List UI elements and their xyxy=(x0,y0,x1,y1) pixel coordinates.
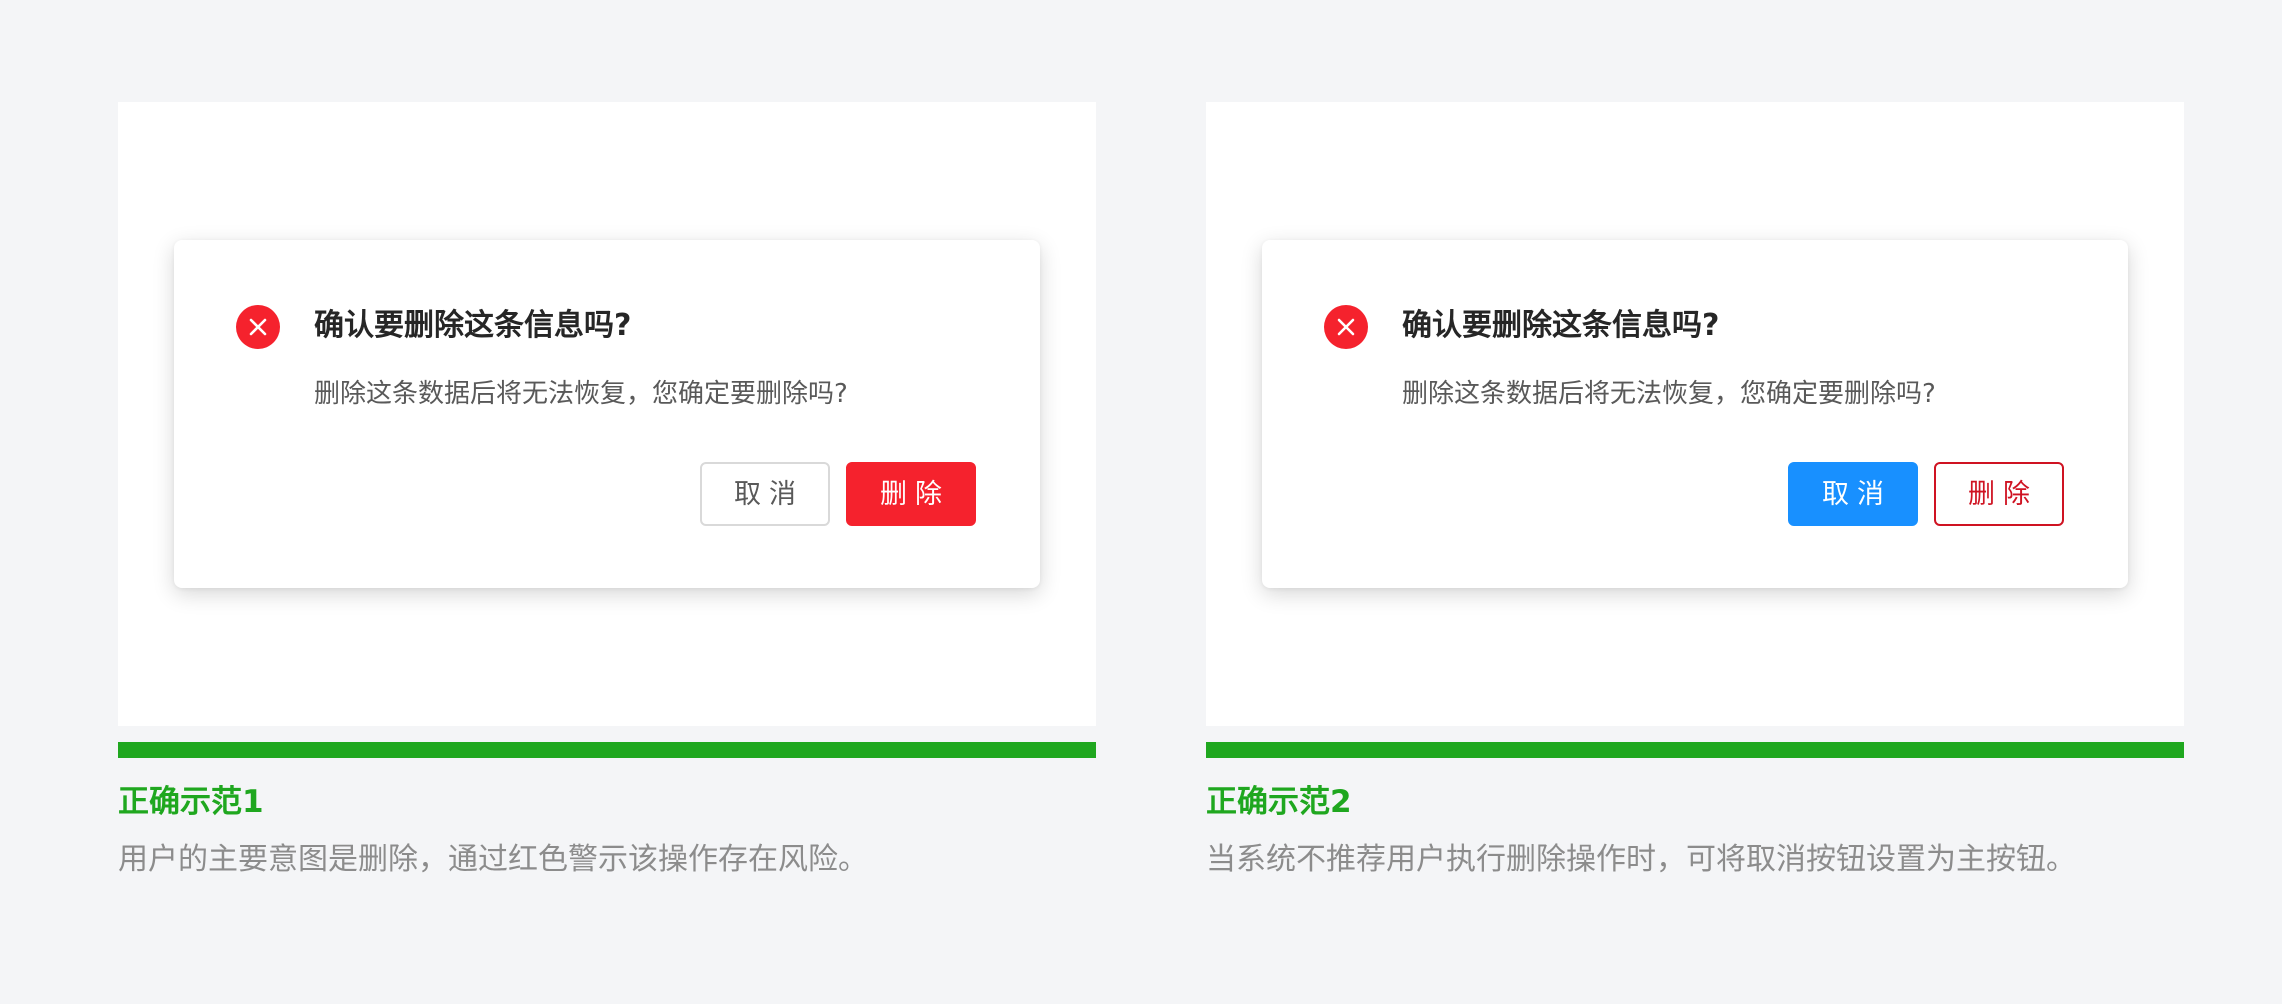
close-circle-icon xyxy=(1324,305,1368,349)
example-title: 正确示范1 xyxy=(118,784,264,820)
dialog-title: 确认要删除这条信息吗? xyxy=(1402,308,1720,343)
confirm-dialog: 确认要删除这条信息吗? 删除这条数据后将无法恢复，您确定要删除吗? 取消 删除 xyxy=(174,240,1040,588)
preview-canvas: 确认要删除这条信息吗? 删除这条数据后将无法恢复，您确定要删除吗? 取消 删除 xyxy=(118,102,1096,726)
example-title: 正确示范2 xyxy=(1206,784,1352,820)
dialog-title: 确认要删除这条信息吗? xyxy=(314,308,632,343)
correct-indicator-bar xyxy=(118,742,1096,758)
example-description: 当系统不推荐用户执行删除操作时，可将取消按钮设置为主按钮。 xyxy=(1206,842,2076,877)
dialog-message: 删除这条数据后将无法恢复，您确定要删除吗? xyxy=(1402,379,1936,409)
example-card-1: 确认要删除这条信息吗? 删除这条数据后将无法恢复，您确定要删除吗? 取消 删除 … xyxy=(118,102,1096,877)
example-card-2: 确认要删除这条信息吗? 删除这条数据后将无法恢复，您确定要删除吗? 取消 删除 … xyxy=(1206,102,2184,877)
cancel-button[interactable]: 取消 xyxy=(700,462,830,526)
cancel-button[interactable]: 取消 xyxy=(1788,462,1918,526)
correct-indicator-bar xyxy=(1206,742,2184,758)
confirm-dialog: 确认要删除这条信息吗? 删除这条数据后将无法恢复，您确定要删除吗? 取消 删除 xyxy=(1262,240,2128,588)
delete-button[interactable]: 删除 xyxy=(846,462,976,526)
close-circle-icon xyxy=(236,305,280,349)
dialog-message: 删除这条数据后将无法恢复，您确定要删除吗? xyxy=(314,379,848,409)
preview-canvas: 确认要删除这条信息吗? 删除这条数据后将无法恢复，您确定要删除吗? 取消 删除 xyxy=(1206,102,2184,726)
example-description: 用户的主要意图是删除，通过红色警示该操作存在风险。 xyxy=(118,842,868,877)
delete-button[interactable]: 删除 xyxy=(1934,462,2064,526)
